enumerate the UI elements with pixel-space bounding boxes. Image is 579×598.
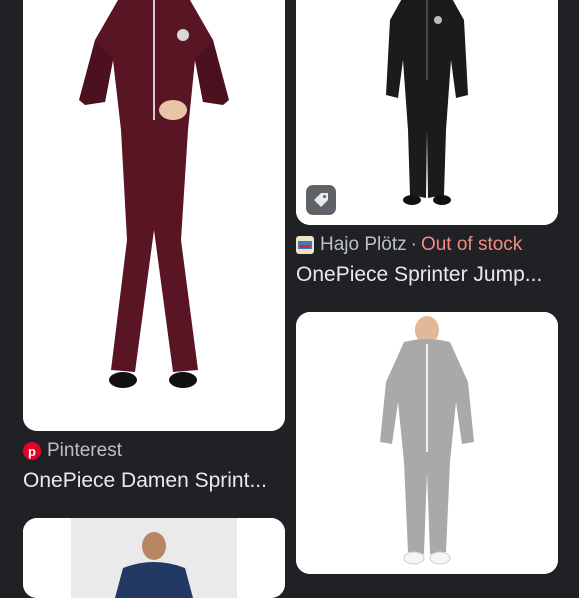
source-name: Pinterest [47,440,122,461]
svg-text:p: p [28,444,36,459]
result-title[interactable]: OnePiece Sprinter Jump... [296,263,542,287]
result-image-card[interactable] [296,312,558,574]
store-favicon [296,236,314,254]
source-name: Hajo Plötz [320,234,407,255]
product-image [296,312,558,574]
result-image-card[interactable] [296,0,558,225]
stock-status: Out of stock [420,234,523,255]
result-title[interactable]: OnePiece Damen Sprint... [23,469,267,493]
separator: · [410,234,417,255]
price-tag-icon[interactable] [306,185,336,215]
product-image [23,0,285,431]
product-image [23,518,285,598]
result-source[interactable]: p Pinterest [23,440,122,462]
result-image-card[interactable] [23,0,285,431]
result-image-card[interactable] [23,518,285,598]
result-source[interactable]: Hajo Plötz · Out of stock [296,234,522,256]
pinterest-icon: p [23,442,41,460]
